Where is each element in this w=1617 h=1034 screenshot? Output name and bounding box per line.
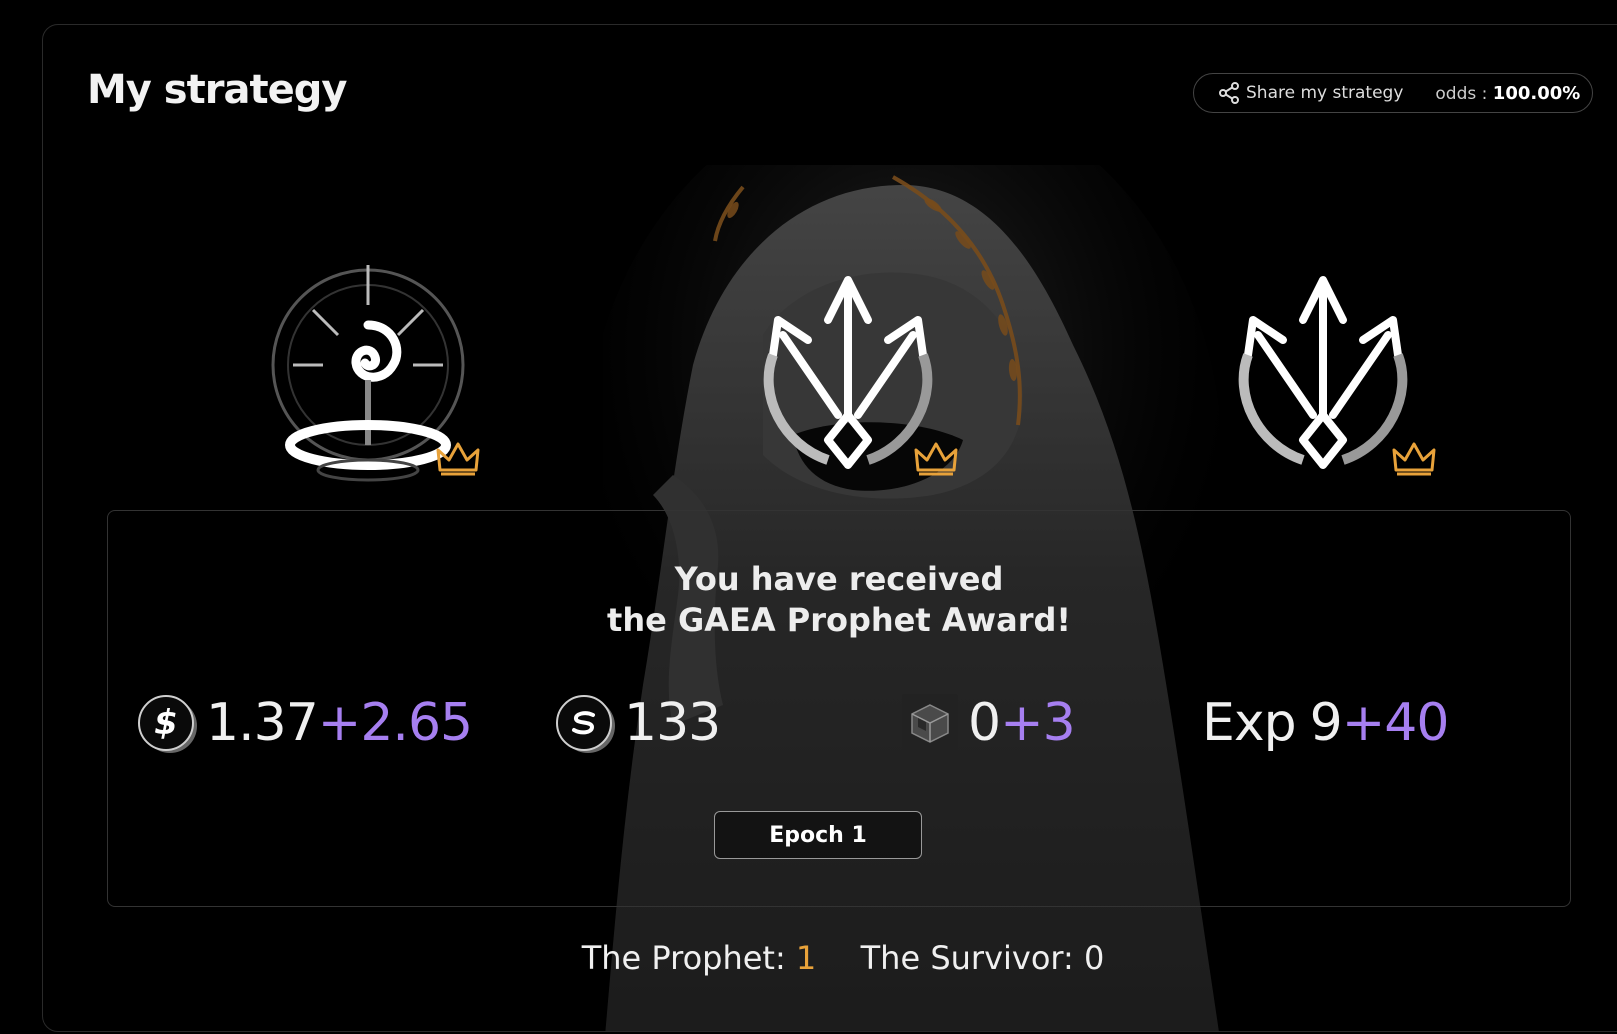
role-summary: The Prophet: 1 The Survivor: 0 (43, 939, 1617, 977)
usd-value: 1.37 (206, 693, 319, 753)
prophet-label: The Prophet: (581, 939, 786, 977)
box-value: 0 (968, 693, 1001, 753)
odds-readout: odds : 100.00% (1435, 83, 1580, 104)
prophet-count: 1 (795, 939, 817, 977)
award-panel: You have received the GAEA Prophet Award… (107, 510, 1571, 907)
crown-icon (914, 442, 958, 476)
exp-label: Exp (1202, 693, 1297, 753)
exp-reward: Exp 9 +40 (1202, 693, 1450, 753)
s-coin-icon (556, 695, 612, 751)
award-message: You have received the GAEA Prophet Award… (108, 559, 1570, 641)
survivor-count: 0 (1083, 939, 1105, 977)
share-label: Share my strategy (1246, 83, 1404, 103)
strategy-toolbar: Share my strategy odds : 100.00% (1193, 73, 1593, 113)
award-line-2: the GAEA Prophet Award! (607, 601, 1071, 639)
epoch-button[interactable]: Epoch 1 (714, 811, 922, 859)
share-icon (1219, 82, 1239, 104)
exp-bonus: +40 (1341, 693, 1450, 753)
crown-icon (436, 442, 480, 476)
box-reward: 0 +3 (902, 693, 1076, 753)
usd-bonus: +2.65 (317, 693, 473, 753)
share-strategy-button[interactable]: Share my strategy (1218, 82, 1403, 104)
page-title: My strategy (87, 67, 347, 113)
soul-reward: 133 (556, 693, 721, 753)
dollar-coin-icon: $ (138, 695, 194, 751)
box-bonus: +3 (1000, 693, 1076, 753)
strategy-card: My strategy Share my strategy odds : 100… (42, 24, 1617, 1032)
odds-value: 100.00% (1492, 82, 1581, 104)
s-glyph-icon (572, 711, 595, 735)
award-line-1: You have received (674, 560, 1004, 598)
odds-label: odds : (1435, 83, 1488, 104)
cube-box-icon (902, 694, 958, 752)
exp-value: 9 (1309, 693, 1343, 753)
survivor-label: The Survivor: (860, 939, 1074, 977)
usd-reward: $ 1.37 +2.65 (138, 693, 473, 753)
soul-value: 133 (624, 693, 721, 753)
crown-icon (1392, 442, 1436, 476)
cube-glyph-icon (911, 704, 949, 743)
